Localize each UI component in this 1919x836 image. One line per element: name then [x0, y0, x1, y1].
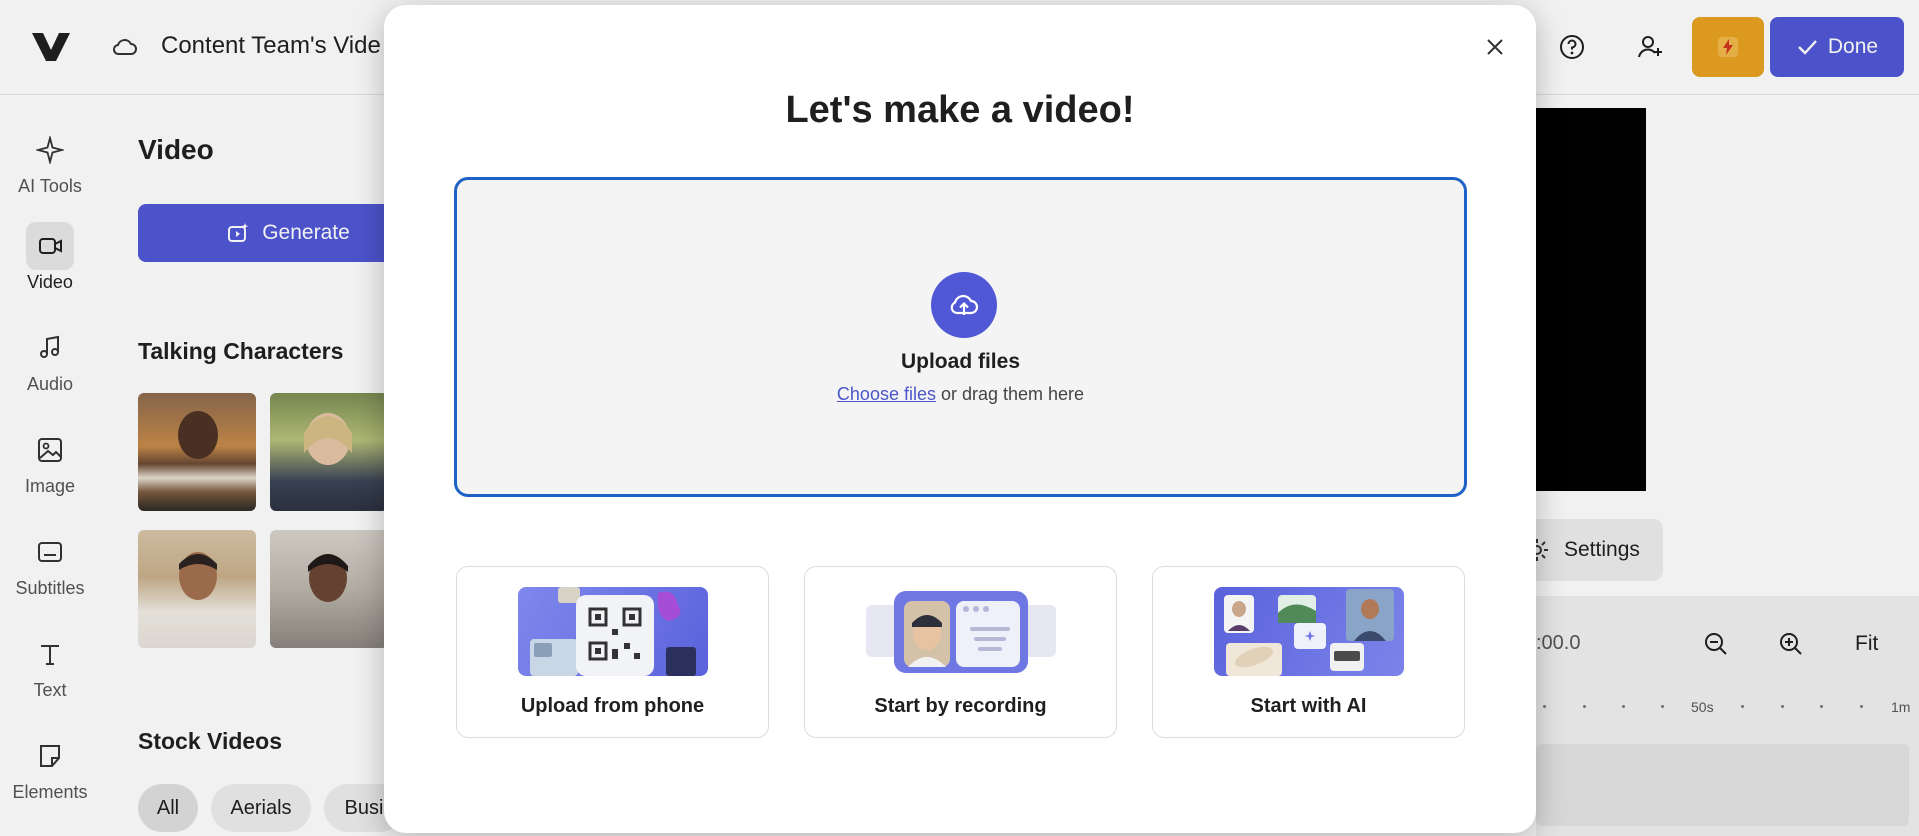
- card-label: Start by recording: [874, 695, 1047, 717]
- upload-from-phone-card[interactable]: Upload from phone: [456, 566, 769, 738]
- new-video-modal: Let's make a video! Upload files Choose …: [384, 5, 1536, 833]
- start-by-recording-card[interactable]: Start by recording: [804, 566, 1117, 738]
- close-icon: [1487, 39, 1503, 55]
- close-button[interactable]: [1481, 33, 1509, 61]
- card-label: Upload from phone: [520, 695, 705, 717]
- upload-title: Upload files: [900, 350, 1021, 373]
- upload-subtext: Choose files or drag them here: [457, 384, 1464, 405]
- start-with-ai-card[interactable]: Start with AI: [1152, 566, 1465, 738]
- ai-illustration: [1214, 587, 1404, 676]
- cloud-upload-icon: [950, 294, 979, 315]
- choose-files-link[interactable]: Choose files: [837, 384, 936, 404]
- modal-title: Let's make a video!: [785, 89, 1135, 131]
- file-dropzone[interactable]: Upload files Choose files or drag them h…: [454, 177, 1467, 497]
- recording-illustration: [866, 587, 1056, 676]
- drag-text: or drag them here: [935, 384, 1085, 404]
- phone-illustration: [518, 587, 708, 676]
- upload-button[interactable]: [931, 272, 997, 338]
- card-label: Start with AI: [1250, 695, 1367, 717]
